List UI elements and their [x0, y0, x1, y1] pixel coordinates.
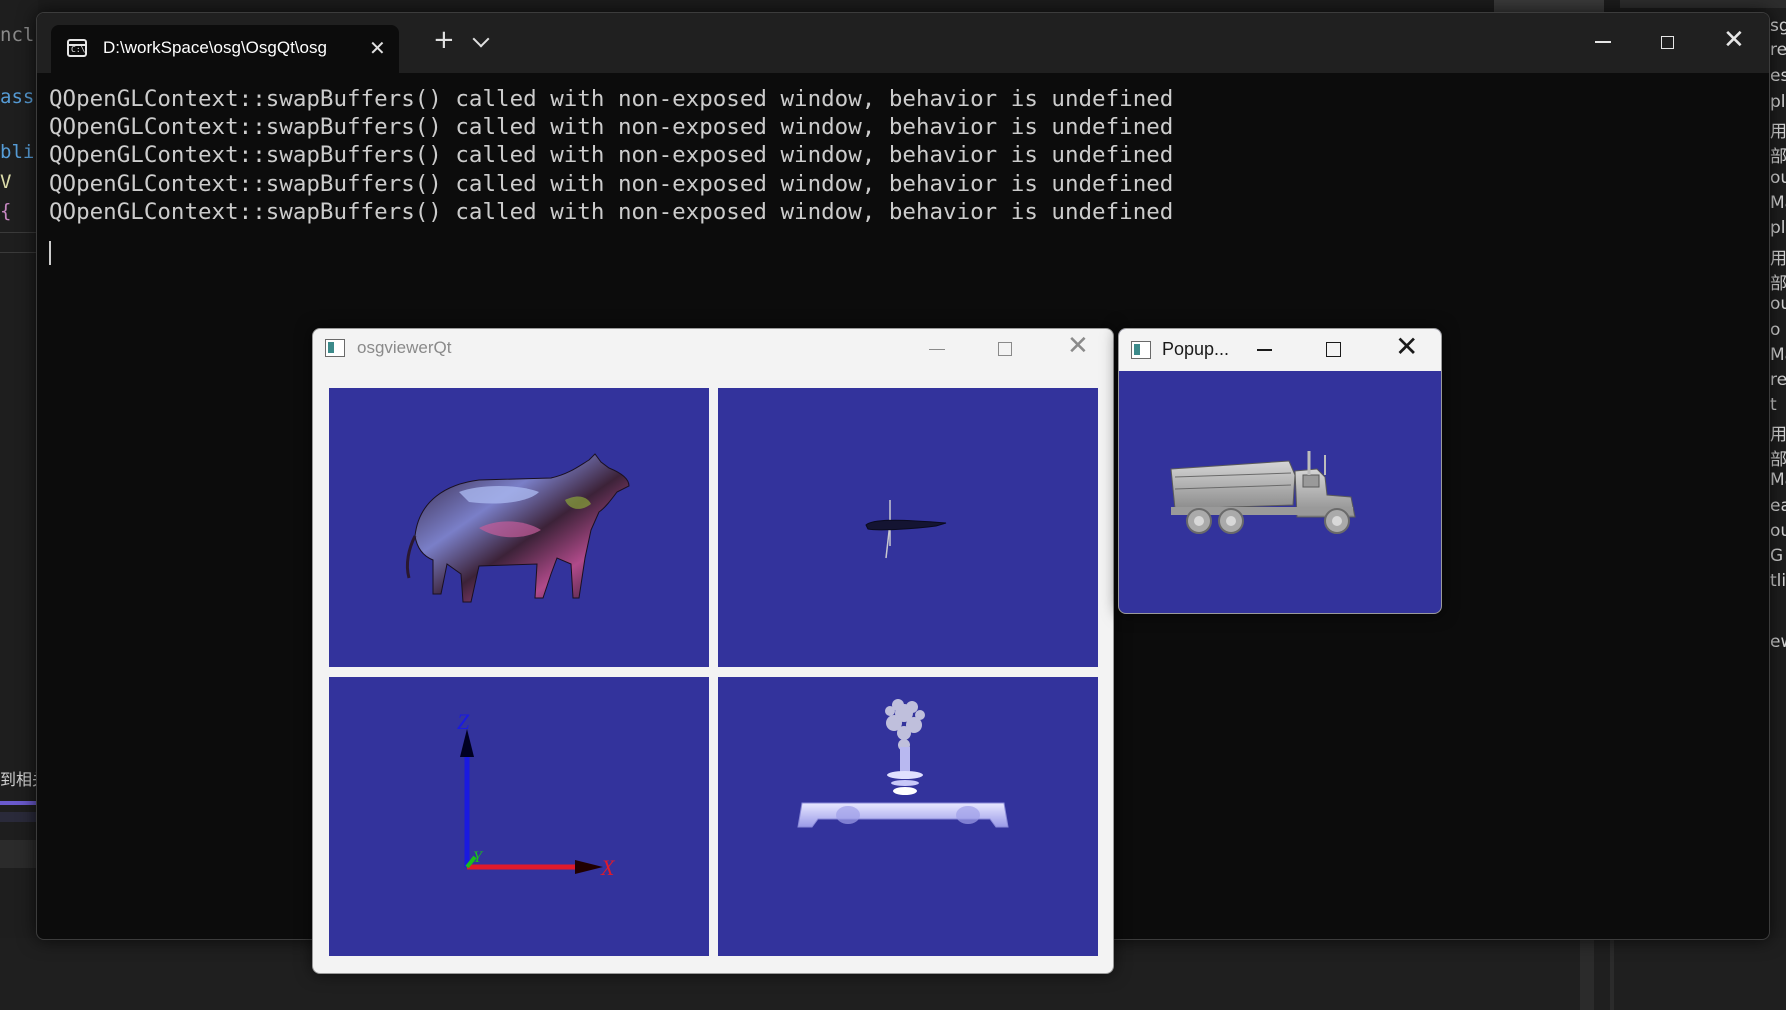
maximize-button[interactable]	[1326, 342, 1341, 357]
code-line-5: {	[0, 200, 12, 222]
ide-right-text: re	[1770, 40, 1786, 60]
close-button[interactable]: ✕	[1067, 333, 1089, 359]
axis-label-x: X	[600, 855, 616, 880]
ide-right-text: G	[1770, 546, 1784, 566]
ide-right-text: 用	[1770, 122, 1786, 142]
app-icon	[1131, 341, 1151, 359]
terminal-line: QOpenGLContext::swapBuffers() called wit…	[49, 198, 1174, 225]
fountain-model	[797, 699, 1009, 828]
terminal-output[interactable]: QOpenGLContext::swapBuffers() called wit…	[49, 85, 1173, 226]
ide-right-text: Ma	[1770, 470, 1786, 490]
popup-titlebar[interactable]: Popup... ✕	[1119, 329, 1441, 371]
ide-right-text: 部	[1770, 450, 1786, 470]
terminal-tab-title: D:\workSpace\osg\OsgQt\osg	[103, 38, 327, 57]
terminal-tab[interactable]: C:\ D:\workSpace\osg\OsgQt\osg ✕	[51, 25, 399, 73]
axes-model: Z Y X	[457, 709, 616, 880]
ide-right-text: o	[1770, 320, 1781, 340]
ide-right-text: 部	[1770, 147, 1786, 167]
viewport-fountain[interactable]	[718, 677, 1098, 956]
axis-label-z: Z	[457, 709, 470, 734]
app-icon	[325, 339, 345, 357]
minimize-button[interactable]	[1257, 349, 1272, 351]
ide-right-text: sgQ	[1770, 16, 1786, 36]
ide-divider	[0, 812, 38, 822]
chevron-down-icon[interactable]	[472, 30, 490, 48]
ide-right-text: pl	[1770, 218, 1786, 238]
maximize-button[interactable]	[1661, 36, 1674, 49]
status-text: 到相关	[0, 770, 38, 789]
axis-label-y: Y	[473, 849, 484, 866]
terminal-line: QOpenGLContext::swapBuffers() called wit…	[49, 86, 1174, 112]
cow-model	[405, 453, 630, 603]
code-line-4: V	[0, 171, 12, 193]
new-tab-icon[interactable]: +	[433, 27, 455, 53]
viewport-cow[interactable]	[329, 388, 709, 667]
dumptruck-model[interactable]	[1119, 371, 1441, 613]
ide-right-text: t	[1770, 395, 1777, 415]
ide-scrollbar[interactable]	[1610, 938, 1614, 1010]
ide-right-text: 用	[1770, 249, 1786, 269]
ide-divider	[0, 840, 38, 868]
code-line-1: nclu	[0, 24, 38, 46]
tab-close-icon[interactable]: ✕	[369, 36, 386, 60]
ide-right-text: es	[1770, 66, 1786, 86]
glider-model	[865, 500, 947, 559]
ide-top-tab	[1494, 0, 1604, 12]
ide-right-text: 用	[1770, 425, 1786, 445]
window-title: osgviewerQt	[357, 338, 452, 357]
progress-bar	[0, 801, 38, 805]
ide-top-tab	[1620, 0, 1786, 8]
viewport-axes[interactable]: Z Y X	[329, 677, 709, 956]
code-line-2: ass	[0, 86, 35, 108]
ide-right-text: Ma	[1770, 193, 1786, 213]
ide-right-text: re	[1770, 370, 1786, 390]
osgviewer-window: osgviewerQt ✕ Z Y X	[312, 328, 1114, 974]
minimize-button[interactable]	[929, 349, 945, 350]
close-button[interactable]: ✕	[1395, 333, 1418, 361]
ide-left-panel: nclu ass bli V { 到相关	[0, 0, 38, 1010]
ide-right-text: ou	[1770, 168, 1786, 188]
ide-right-text: pl	[1770, 92, 1786, 112]
terminal-line: QOpenGLContext::swapBuffers() called wit…	[49, 170, 1174, 197]
terminal-line: QOpenGLContext::swapBuffers() called wit…	[49, 142, 1174, 169]
ide-scrollbar[interactable]	[1580, 938, 1594, 1010]
viewport-glider[interactable]	[718, 388, 1098, 667]
ide-right-text: 部	[1770, 274, 1786, 294]
terminal-titlebar[interactable]: C:\ D:\workSpace\osg\OsgQt\osg ✕ + ✕	[37, 13, 1769, 73]
popup-window: Popup... ✕	[1118, 328, 1442, 614]
ide-right-text: Ma	[1770, 345, 1786, 365]
terminal-icon: C:\	[67, 39, 87, 57]
ide-right-text: tli	[1770, 571, 1786, 591]
ide-right-text: ea	[1770, 496, 1786, 516]
text-cursor	[49, 241, 51, 265]
terminal-line: QOpenGLContext::swapBuffers() called wit…	[49, 114, 1174, 141]
ide-right-text: ou	[1770, 521, 1786, 541]
close-button[interactable]: ✕	[1723, 27, 1745, 53]
minimize-button[interactable]	[1595, 41, 1611, 43]
ide-right-text: ew	[1770, 632, 1786, 652]
code-line-3: bli	[0, 141, 35, 163]
ide-right-text: ou	[1770, 294, 1786, 314]
maximize-button[interactable]	[998, 342, 1012, 356]
ide-divider	[0, 232, 38, 233]
window-title: Popup...	[1162, 339, 1230, 359]
ide-divider	[0, 252, 38, 253]
